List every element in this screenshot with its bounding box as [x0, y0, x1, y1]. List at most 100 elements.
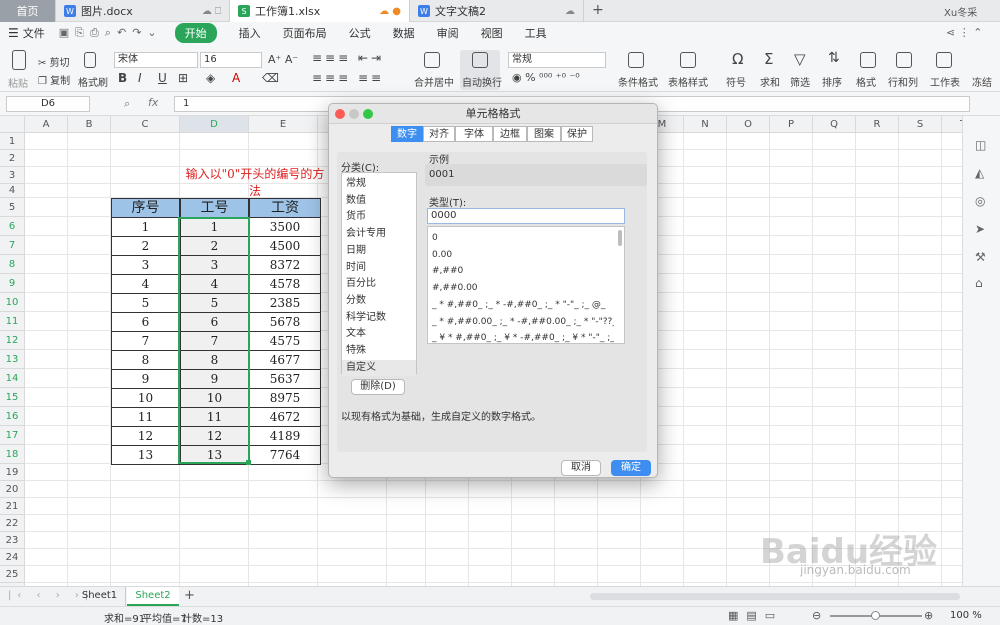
sidebar-tools-icon[interactable]: ⚒ [975, 250, 986, 264]
row-header-7[interactable]: 7 [0, 236, 25, 255]
table-cell[interactable]: 2385 [249, 293, 321, 313]
paste-icon[interactable] [12, 50, 26, 70]
share-icon[interactable]: ⋖ ⋮ ⌃ [946, 26, 982, 39]
category-listbox[interactable]: 常规 数值 货币 会计专用 日期 时间 百分比 分数 科学记数 文本 特殊 自定义 [341, 172, 417, 377]
column-header-e[interactable]: E [249, 116, 318, 133]
table-cell[interactable]: 4189 [249, 426, 321, 446]
new-tab-button[interactable]: + [592, 2, 604, 18]
preview-icon[interactable]: ⌕ [105, 26, 111, 40]
format-code-item[interactable]: _ * #,##0.00_ ;_ * -#,##0.00_ ;_ * "-"??… [428, 314, 614, 331]
conditional-format-icon[interactable] [628, 52, 644, 68]
table-cell[interactable]: 13 [180, 445, 249, 465]
sidebar-property-icon[interactable]: ◎ [975, 194, 985, 208]
font-color-icon[interactable]: A [232, 71, 240, 85]
tab-home[interactable]: 首页 [0, 0, 56, 22]
table-cell[interactable]: 5678 [249, 312, 321, 332]
filter-button[interactable]: 筛选 [790, 74, 810, 89]
format-code-item[interactable]: #,##0.00 [428, 280, 614, 297]
user-name[interactable]: Xu冬采 [944, 4, 977, 19]
sum-icon[interactable]: Σ [764, 50, 773, 68]
view-mode-icons[interactable]: ▦▤▭ [728, 609, 783, 622]
horizontal-scrollbar[interactable] [590, 593, 960, 600]
category-item[interactable]: 日期 [342, 243, 416, 260]
zoom-slider-thumb[interactable] [871, 611, 880, 620]
row-header-25[interactable]: 25 [0, 566, 25, 583]
format-button[interactable]: 格式 [856, 74, 876, 89]
table-cell[interactable]: 10 [111, 388, 180, 408]
table-cell[interactable]: 2 [180, 236, 249, 256]
italic-button[interactable]: I [138, 71, 142, 85]
table-cell[interactable]: 3500 [249, 217, 321, 237]
conditional-format-button[interactable]: 条件格式 [618, 74, 658, 89]
symbol-button[interactable]: 符号 [726, 74, 746, 89]
freeze-button[interactable]: 冻结 [972, 74, 992, 89]
row-header-19[interactable]: 19 [0, 464, 25, 481]
row-header-3[interactable]: 3 [0, 167, 25, 184]
zoom-window-icon[interactable] [363, 109, 373, 119]
symbol-icon[interactable]: Ω [732, 50, 743, 68]
clear-format-icon[interactable]: ⌫ [262, 71, 279, 85]
column-header-q[interactable]: Q [813, 116, 856, 133]
bold-button[interactable]: B [118, 71, 127, 85]
table-cell[interactable]: 6 [111, 312, 180, 332]
close-window-icon[interactable] [335, 109, 345, 119]
table-cell[interactable]: 8975 [249, 388, 321, 408]
format-icon[interactable] [860, 52, 876, 68]
column-header-a[interactable]: A [25, 116, 68, 133]
category-item[interactable]: 会计专用 [342, 226, 416, 243]
minimize-window-icon[interactable] [349, 109, 359, 119]
row-header-11[interactable]: 11 [0, 312, 25, 331]
name-box[interactable]: D6 [6, 96, 90, 112]
merge-center-button[interactable]: 合并居中 [414, 74, 454, 89]
zoom-fx-icon[interactable]: ⌕ [124, 97, 130, 111]
worksheet-icon[interactable] [936, 52, 952, 68]
table-cell[interactable]: 11 [111, 407, 180, 427]
row-header-9[interactable]: 9 [0, 274, 25, 293]
dialog-tab-pattern[interactable]: 图案 [527, 126, 561, 142]
category-item[interactable]: 货币 [342, 209, 416, 226]
select-all-corner[interactable] [0, 116, 25, 133]
row-header-14[interactable]: 14 [0, 369, 25, 388]
row-header-13[interactable]: 13 [0, 350, 25, 369]
font-name-select[interactable]: 宋体 [114, 52, 198, 68]
table-cell[interactable]: 4 [111, 274, 180, 294]
table-style-button[interactable]: 表格样式 [668, 74, 708, 89]
row-header-6[interactable]: 6 [0, 217, 25, 236]
column-header-o[interactable]: O [727, 116, 770, 133]
paste-button-label[interactable]: 粘贴 [8, 75, 28, 90]
table-header-cell[interactable]: 工资 [249, 198, 321, 218]
table-cell[interactable]: 9 [111, 369, 180, 389]
row-header-17[interactable]: 17 [0, 426, 25, 445]
tab-doc-image[interactable]: W 图片.docx ☁ ⎕ [56, 0, 230, 22]
table-cell[interactable]: 12 [111, 426, 180, 446]
table-cell[interactable]: 7764 [249, 445, 321, 465]
table-header-cell[interactable]: 序号 [111, 198, 180, 218]
row-header-21[interactable]: 21 [0, 498, 25, 515]
format-code-item[interactable]: 0.00 [428, 247, 614, 264]
table-cell[interactable]: 3 [111, 255, 180, 275]
wrap-text-button[interactable]: 自动换行 [462, 74, 502, 89]
menu-formula[interactable]: 公式 [349, 25, 371, 41]
row-header-10[interactable]: 10 [0, 293, 25, 312]
table-cell[interactable]: 9 [180, 369, 249, 389]
category-item[interactable]: 时间 [342, 260, 416, 277]
table-cell[interactable]: 1 [111, 217, 180, 237]
save-icon[interactable]: ▣ [59, 26, 69, 40]
dialog-tab-border[interactable]: 边框 [493, 126, 527, 142]
category-item[interactable]: 科学记数 [342, 310, 416, 327]
cancel-button[interactable]: 取消 [561, 460, 601, 476]
merge-cells-icon[interactable] [424, 52, 440, 68]
font-size-select[interactable]: 16 [200, 52, 262, 68]
horizontal-align-icons[interactable]: ≡≡≡ ≡≡ [312, 71, 384, 85]
format-painter-icon[interactable] [84, 52, 96, 68]
menu-home[interactable]: 开始 [174, 23, 217, 43]
format-list-scrollbar[interactable] [618, 230, 622, 246]
column-header-s[interactable]: S [899, 116, 942, 133]
tab-doc-text[interactable]: W 文字文稿2 ☁ [410, 0, 584, 22]
table-cell[interactable]: 5637 [249, 369, 321, 389]
fill-handle[interactable] [246, 460, 251, 465]
column-header-t[interactable]: T [942, 116, 962, 133]
category-item[interactable]: 特殊 [342, 343, 416, 360]
column-header-b[interactable]: B [68, 116, 111, 133]
format-code-item[interactable]: #,##0 [428, 263, 614, 280]
